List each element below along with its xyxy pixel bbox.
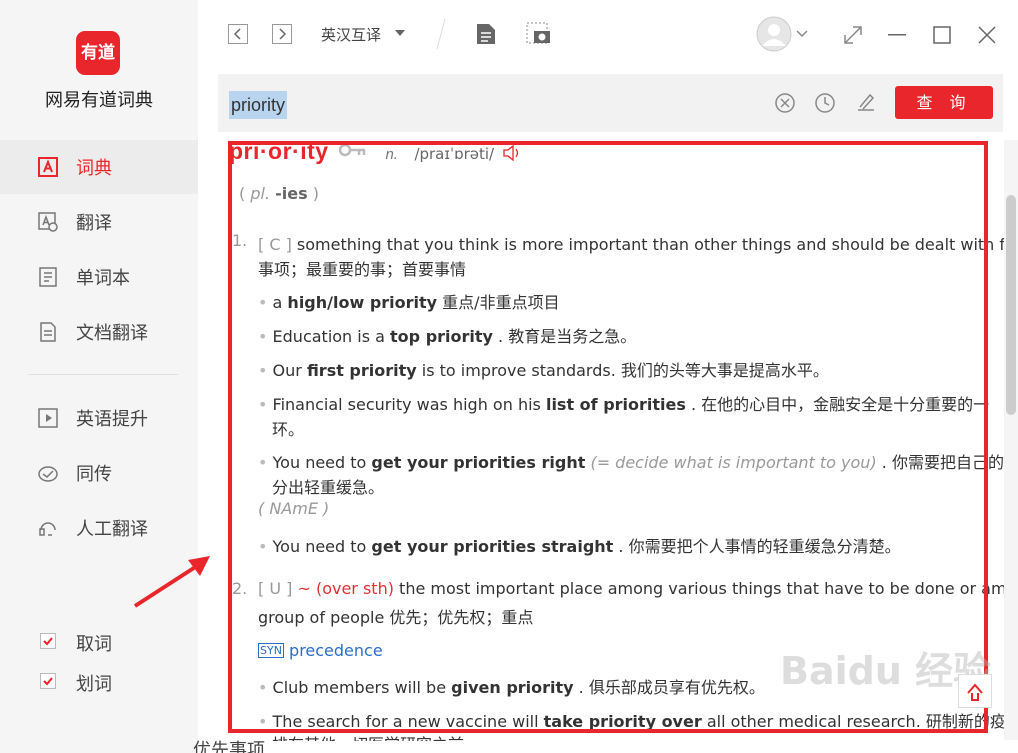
sense-2: 2. bbox=[232, 579, 248, 598]
search-button[interactable]: 查 询 bbox=[895, 86, 993, 119]
back-button[interactable] bbox=[228, 24, 248, 44]
part-of-speech: n. bbox=[385, 146, 398, 163]
sense-2-definition-cont: group of people 优先；优先权；重点 bbox=[258, 608, 534, 627]
synonym-tag: SYN bbox=[258, 643, 284, 658]
sense-1-definition-cont: 事项；最重要的事；首要事情 bbox=[258, 260, 467, 279]
synonym-link[interactable]: precedence bbox=[289, 641, 383, 660]
sidebar-item-simultaneous[interactable]: 同传 bbox=[0, 446, 198, 500]
sidebar-item-document-translate[interactable]: 文档翻译 bbox=[0, 305, 198, 359]
example: • The search for a new vaccine will take… bbox=[258, 712, 1018, 731]
avatar[interactable] bbox=[756, 16, 792, 52]
scroll-top-button[interactable] bbox=[958, 674, 992, 708]
sidebar-item-dictionary[interactable]: 词典 bbox=[0, 140, 198, 194]
example-cont: 排在其他一切医学研究之前 bbox=[272, 731, 464, 741]
sidebar-item-wordbook[interactable]: 单词本 bbox=[0, 250, 198, 304]
example: • a high/low priority 重点/非重点项目 bbox=[258, 293, 560, 312]
quick-lookup-checkbox[interactable] bbox=[40, 633, 56, 649]
forward-button[interactable] bbox=[272, 24, 292, 44]
sidebar-item-label: 翻译 bbox=[76, 213, 112, 234]
check-icon bbox=[43, 637, 53, 646]
chevron-down-icon[interactable] bbox=[796, 30, 808, 38]
example: • Club members will be given priority . … bbox=[258, 678, 765, 697]
headword: pri·or·ity bbox=[229, 138, 329, 164]
headset-icon bbox=[39, 522, 56, 536]
scrollbar-thumb[interactable] bbox=[1006, 195, 1016, 415]
dictionary-icon bbox=[38, 157, 58, 177]
select-lookup-checkbox[interactable] bbox=[40, 673, 56, 689]
example: • Our first priority is to improve stand… bbox=[258, 361, 829, 380]
search-input[interactable]: priority bbox=[229, 91, 288, 119]
sidebar-item-label: 人工翻译 bbox=[76, 519, 148, 540]
sidebar-divider bbox=[28, 374, 178, 375]
entry-header: pri·or·ity n. /praɪˈɒrəti/ bbox=[229, 138, 521, 165]
sidebar-item-label: 同传 bbox=[76, 464, 112, 485]
handwriting-icon[interactable] bbox=[855, 91, 877, 113]
sidebar-item-label: 词典 bbox=[76, 158, 112, 179]
example: • Financial security was high on his lis… bbox=[258, 395, 990, 414]
app-logo: 有道 bbox=[76, 31, 120, 75]
translate-icon bbox=[38, 212, 58, 232]
wordbook-icon bbox=[39, 267, 57, 287]
select-lookup-label: 划词 bbox=[76, 674, 112, 695]
simultaneous-icon bbox=[38, 466, 58, 482]
play-icon bbox=[38, 408, 58, 428]
phonetic: /praɪˈɒrəti/ bbox=[414, 145, 495, 163]
region-label: ( NAmE ) bbox=[258, 499, 330, 518]
maximize-button[interactable] bbox=[933, 26, 951, 44]
example: • You need to get your priorities straig… bbox=[258, 537, 901, 556]
app-name: 网易有道词典 bbox=[45, 90, 153, 111]
shrink-window-icon[interactable] bbox=[844, 26, 862, 44]
sense-2-definition: [ U ] ~ (over sth) the most important pl… bbox=[258, 579, 1018, 598]
quick-lookup-label: 取词 bbox=[76, 634, 112, 655]
example: • Education is a top priority . 教育是当务之急。 bbox=[258, 327, 637, 346]
history-icon[interactable] bbox=[815, 93, 835, 113]
sense-1-definition: [ C ] something that you think is more i… bbox=[258, 235, 1018, 254]
synonym: SYN precedence bbox=[258, 641, 383, 660]
example-cont: 分出轻重缓急。 bbox=[272, 478, 385, 497]
close-button[interactable] bbox=[978, 26, 996, 44]
sidebar-item-english-improve[interactable]: 英语提升 bbox=[0, 391, 198, 445]
search-bar bbox=[218, 74, 1003, 132]
sidebar-item-label: 单词本 bbox=[76, 268, 130, 289]
sidebar-item-human-translate[interactable]: 人工翻译 bbox=[0, 501, 198, 555]
toolbar-divider bbox=[436, 18, 446, 50]
arrow-up-icon bbox=[967, 683, 983, 701]
clear-icon[interactable] bbox=[775, 93, 795, 113]
key-icon bbox=[338, 143, 366, 157]
example: • You need to get your priorities right … bbox=[258, 453, 1018, 472]
sidebar-item-translate[interactable]: 翻译 bbox=[0, 195, 198, 249]
plural-form: ( pl. -ies ) bbox=[239, 184, 319, 203]
check-icon bbox=[43, 677, 53, 686]
sidebar-item-label: 文档翻译 bbox=[76, 323, 148, 344]
annotation-arrow-icon bbox=[133, 556, 210, 608]
sidebar-item-label: 英语提升 bbox=[76, 409, 148, 430]
document-icon[interactable] bbox=[476, 23, 496, 45]
speaker-icon[interactable] bbox=[502, 144, 521, 162]
document-translate-icon bbox=[40, 322, 56, 342]
screenshot-icon[interactable] bbox=[526, 22, 552, 46]
minimize-button[interactable] bbox=[888, 34, 906, 36]
translate-mode-dropdown[interactable]: 英汉互译 bbox=[321, 24, 381, 45]
chevron-down-icon[interactable] bbox=[395, 30, 405, 38]
example-cont: 环。 bbox=[272, 420, 305, 439]
cut-off-text: 优先事项 bbox=[193, 740, 265, 753]
sense-1: 1. bbox=[232, 231, 248, 250]
